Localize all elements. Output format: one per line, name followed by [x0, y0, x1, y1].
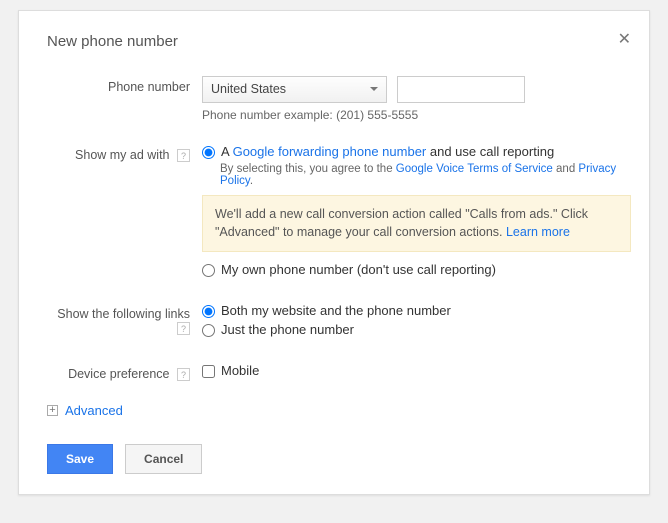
new-phone-dialog: ✕ New phone number Phone number United S…: [18, 10, 650, 495]
forwarding-number-link[interactable]: Google forwarding phone number: [233, 144, 427, 159]
radio-own-row: My own phone number (don't use call repo…: [202, 262, 631, 277]
phone-number-row: Phone number United States Phone number …: [47, 76, 631, 122]
phone-example-hint: Phone number example: (201) 555-5555: [202, 108, 631, 122]
radio-just-phone[interactable]: [202, 324, 215, 337]
device-pref-row: Device preference ? Mobile: [47, 363, 631, 381]
show-links-row: Show the following links ? Both my websi…: [47, 303, 631, 341]
mobile-checkbox-row: Mobile: [202, 363, 631, 378]
help-icon[interactable]: ?: [177, 149, 190, 162]
phone-input[interactable]: [397, 76, 525, 103]
show-links-label: Show the following links: [57, 307, 190, 321]
learn-more-link[interactable]: Learn more: [506, 225, 570, 239]
mobile-checkbox[interactable]: [202, 365, 215, 378]
radio-forwarding-prefix: A: [221, 144, 233, 159]
dialog-title: New phone number: [47, 33, 631, 50]
advanced-toggle[interactable]: + Advanced: [47, 403, 631, 418]
mobile-checkbox-label: Mobile: [221, 363, 259, 378]
cancel-button[interactable]: Cancel: [125, 444, 202, 474]
close-icon[interactable]: ✕: [618, 29, 631, 49]
help-icon[interactable]: ?: [177, 368, 190, 381]
show-ad-row: Show my ad with ? A Google forwarding ph…: [47, 144, 631, 281]
radio-just-phone-row: Just the phone number: [202, 322, 631, 337]
help-icon[interactable]: ?: [177, 322, 190, 335]
advanced-label: Advanced: [65, 403, 123, 418]
device-pref-label: Device preference: [68, 367, 169, 381]
radio-both-row: Both my website and the phone number: [202, 303, 631, 318]
country-select[interactable]: United States: [202, 76, 387, 103]
tos-link[interactable]: Google Voice Terms of Service: [396, 163, 553, 175]
country-select-value: United States: [211, 82, 286, 96]
dialog-actions: Save Cancel: [47, 444, 631, 474]
radio-forwarding[interactable]: [202, 146, 215, 159]
save-button[interactable]: Save: [47, 444, 113, 474]
phone-number-label: Phone number: [47, 76, 202, 94]
radio-forwarding-suffix: and use call reporting: [426, 144, 554, 159]
agree-text: By selecting this, you agree to the Goog…: [220, 163, 631, 187]
chevron-down-icon: [370, 87, 378, 91]
radio-forwarding-row: A Google forwarding phone number and use…: [202, 144, 631, 159]
radio-own-label: My own phone number (don't use call repo…: [221, 262, 496, 277]
plus-icon: +: [47, 405, 58, 416]
show-ad-label: Show my ad with: [75, 148, 169, 162]
radio-just-phone-label: Just the phone number: [221, 322, 354, 337]
radio-both-label: Both my website and the phone number: [221, 303, 451, 318]
radio-both[interactable]: [202, 305, 215, 318]
radio-own[interactable]: [202, 264, 215, 277]
info-box: We'll add a new call conversion action c…: [202, 195, 631, 252]
